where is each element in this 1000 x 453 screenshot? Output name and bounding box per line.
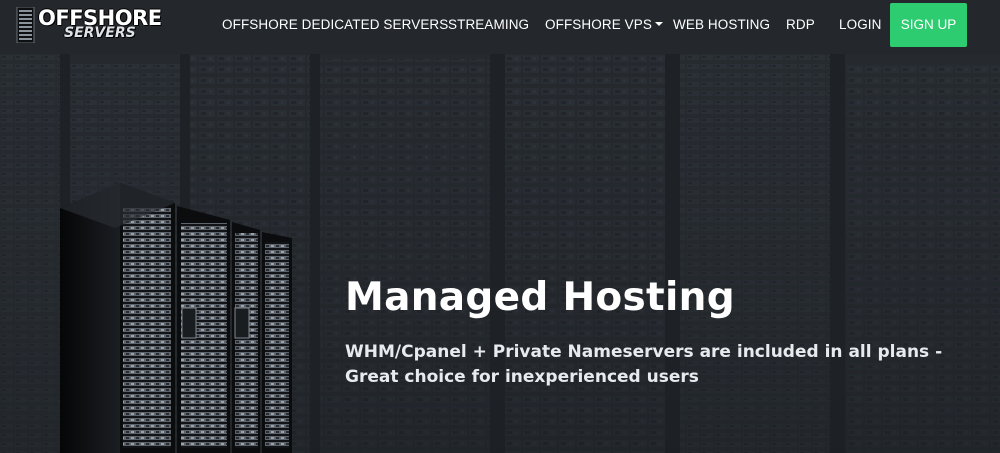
nav-offshore-vps[interactable]: OFFSHORE VPS	[545, 17, 663, 33]
site-logo[interactable]: OFFSHORE SERVERS	[16, 5, 162, 43]
nav-streaming[interactable]: STREAMING	[448, 17, 529, 33]
nav-offshore-vps-label: OFFSHORE VPS	[545, 17, 652, 32]
nav-offshore-dedicated-servers[interactable]: OFFSHORE DEDICATED SERVERS	[222, 17, 448, 33]
signup-button[interactable]: SIGN UP	[890, 3, 967, 47]
nav-rdp[interactable]: RDP	[786, 17, 815, 33]
hero-title: Managed Hosting	[345, 275, 735, 320]
logo-text-servers: SERVERS	[64, 25, 136, 41]
hero-section: Managed Hosting WHM/Cpanel + Private Nam…	[0, 54, 1000, 453]
top-navbar: OFFSHORE SERVERS OFFSHORE DEDICATED SERV…	[0, 0, 1000, 54]
nav-web-hosting[interactable]: WEB HOSTING	[673, 17, 770, 33]
server-tower-icon	[16, 7, 35, 43]
hero-subtitle: WHM/Cpanel + Private Nameservers are inc…	[345, 342, 943, 387]
chevron-down-icon	[654, 22, 663, 26]
server-racks-image	[60, 183, 292, 453]
nav-login[interactable]: LOGIN	[839, 17, 882, 33]
